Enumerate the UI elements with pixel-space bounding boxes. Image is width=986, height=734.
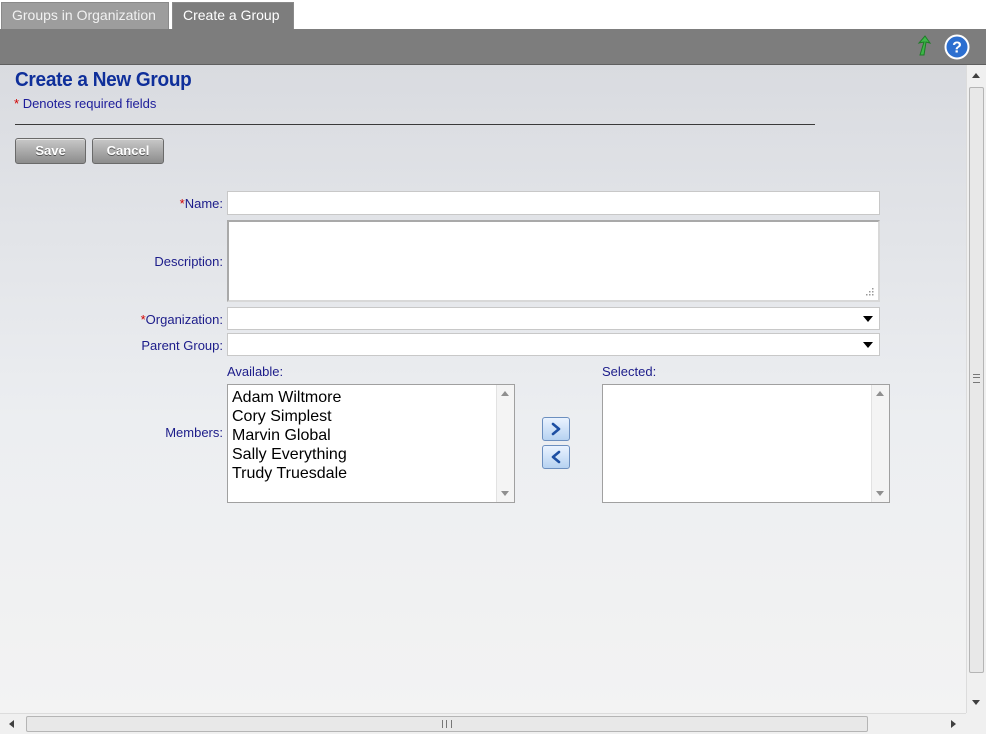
required-note-text: Denotes required fields (22, 96, 157, 111)
list-scrollbar[interactable] (871, 385, 889, 502)
selected-label: Selected: (602, 364, 657, 379)
organization-label: *Organization: (140, 312, 223, 327)
scroll-left-icon[interactable] (9, 720, 14, 728)
remove-member-button[interactable] (542, 445, 570, 469)
chevron-right-icon (551, 422, 561, 436)
vertical-scrollbar[interactable] (966, 65, 986, 713)
chevron-left-icon (551, 450, 561, 464)
divider (15, 124, 815, 125)
list-item[interactable]: Adam Wiltmore (232, 388, 347, 407)
tab-create-a-group[interactable]: Create a Group (172, 2, 294, 29)
help-icon[interactable]: ? (944, 34, 970, 60)
name-label: *Name: (179, 196, 223, 211)
chevron-down-icon (863, 316, 873, 322)
scroll-up-icon[interactable] (972, 73, 980, 78)
vertical-scroll-thumb[interactable] (969, 87, 984, 673)
tab-bar: Groups in Organization Create a Group (0, 0, 986, 29)
available-members-list[interactable]: Adam Wiltmore Cory Simplest Marvin Global S… (227, 384, 515, 503)
scroll-right-icon[interactable] (951, 720, 956, 728)
list-item[interactable]: Cory Simplest (232, 407, 347, 426)
horizontal-scroll-thumb[interactable] (26, 716, 868, 732)
list-item[interactable]: Sally Everything (232, 445, 347, 464)
required-fields-note: * Denotes required fields (14, 96, 156, 111)
scroll-down-icon[interactable] (501, 491, 509, 496)
list-item[interactable]: Trudy Truesdale (232, 464, 347, 483)
organization-select[interactable] (227, 307, 880, 330)
required-star: * (14, 96, 20, 111)
list-scrollbar[interactable] (496, 385, 514, 502)
parent-group-label: Parent Group: (141, 338, 223, 353)
save-button[interactable]: Save (15, 138, 86, 164)
scrollbar-corner (966, 713, 986, 734)
tab-groups-in-organization[interactable]: Groups in Organization (1, 2, 169, 29)
scroll-down-icon[interactable] (972, 700, 980, 705)
description-label: Description: (154, 254, 223, 269)
grip-icon (442, 720, 452, 728)
back-arrow-icon[interactable] (912, 34, 936, 58)
available-members-items: Adam Wiltmore Cory Simplest Marvin Global S… (232, 388, 347, 483)
members-label: Members: (165, 425, 223, 440)
selected-members-list[interactable] (602, 384, 890, 503)
scroll-up-icon[interactable] (501, 391, 509, 396)
add-member-button[interactable] (542, 417, 570, 441)
description-textarea[interactable] (227, 220, 880, 302)
cancel-button[interactable]: Cancel (92, 138, 164, 164)
toolbar: ? (0, 29, 986, 65)
chevron-down-icon (863, 342, 873, 348)
scroll-up-icon[interactable] (876, 391, 884, 396)
name-input[interactable] (227, 191, 880, 215)
scroll-down-icon[interactable] (876, 491, 884, 496)
resize-grip-icon[interactable] (864, 286, 874, 296)
grip-icon (973, 374, 980, 383)
list-item[interactable]: Marvin Global (232, 426, 347, 445)
parent-group-select[interactable] (227, 333, 880, 356)
form-content: Create a New Group * Denotes required fi… (0, 65, 966, 713)
horizontal-scrollbar[interactable] (0, 713, 966, 734)
svg-text:?: ? (952, 40, 962, 57)
page-title: Create a New Group (15, 69, 192, 91)
available-label: Available: (227, 364, 284, 379)
